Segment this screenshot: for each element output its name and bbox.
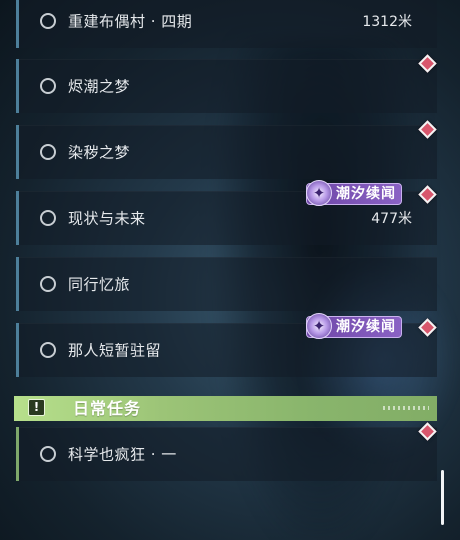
quest-row[interactable]: 科学也疯狂 · 一 — [16, 427, 437, 481]
quest-distance: 1312米 — [362, 14, 412, 30]
quest-title: 染秽之梦 — [68, 143, 131, 162]
tide-badge: ✦ 潮汐续闻 — [306, 180, 402, 206]
quest-title: 现状与未来 — [68, 209, 146, 228]
radio-unchecked-icon[interactable] — [40, 144, 56, 160]
tide-sparkle-icon: ✦ — [306, 180, 332, 206]
radio-unchecked-icon[interactable] — [40, 210, 56, 226]
quest-row[interactable]: 同行忆旅 — [16, 257, 437, 311]
quest-list: 重建布偶村 · 四期 1312米 烬潮之梦 染秽之梦 现状与未来 477米 同行… — [0, 0, 460, 540]
radio-unchecked-icon[interactable] — [40, 446, 56, 462]
tide-badge-label: 潮汐续闻 — [336, 186, 396, 202]
quest-title: 同行忆旅 — [68, 275, 131, 294]
quest-row[interactable]: 重建布偶村 · 四期 1312米 — [16, 0, 437, 48]
radio-unchecked-icon[interactable] — [40, 78, 56, 94]
tide-badge: ✦ 潮汐续闻 — [306, 313, 402, 339]
header-decoration — [383, 406, 429, 410]
tide-sparkle-icon: ✦ — [306, 313, 332, 339]
quest-title: 科学也疯狂 · 一 — [68, 445, 177, 464]
quest-title: 重建布偶村 · 四期 — [68, 12, 193, 31]
scrollbar-thumb[interactable] — [441, 470, 444, 525]
quest-title: 那人短暂驻留 — [68, 341, 162, 360]
daily-quests-title: 日常任务 — [73, 399, 142, 418]
alert-exclamation-icon: ! — [28, 399, 45, 416]
quest-row[interactable]: 烬潮之梦 — [16, 59, 437, 113]
daily-quests-header[interactable]: ! 日常任务 — [14, 396, 437, 421]
radio-unchecked-icon[interactable] — [40, 13, 56, 29]
quest-title: 烬潮之梦 — [68, 77, 131, 96]
quest-row[interactable]: 染秽之梦 — [16, 125, 437, 179]
tide-badge-label: 潮汐续闻 — [336, 319, 396, 335]
radio-unchecked-icon[interactable] — [40, 342, 56, 358]
radio-unchecked-icon[interactable] — [40, 276, 56, 292]
quest-distance: 477米 — [371, 211, 412, 227]
